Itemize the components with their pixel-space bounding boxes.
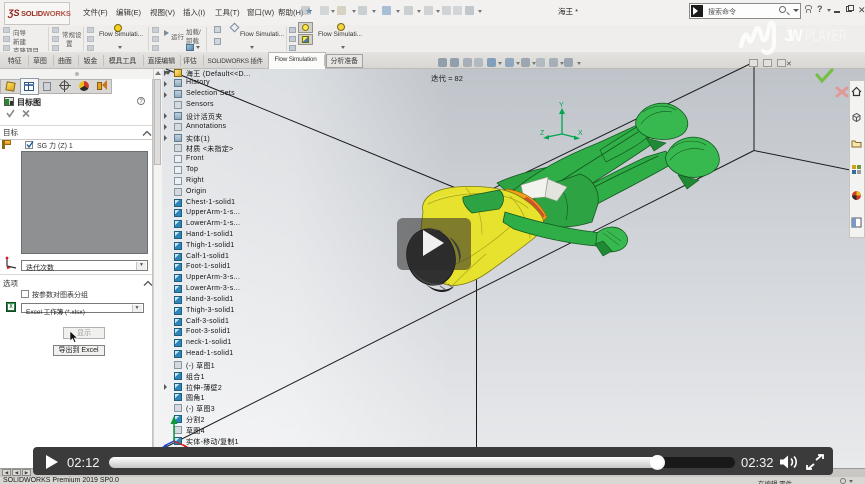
svg-text:Y: Y bbox=[559, 102, 564, 109]
svg-text:PLAYER: PLAYER bbox=[805, 27, 847, 45]
svg-text:X: X bbox=[578, 130, 583, 137]
svg-text:JW: JW bbox=[784, 27, 803, 45]
svg-text:Z: Z bbox=[540, 130, 545, 137]
